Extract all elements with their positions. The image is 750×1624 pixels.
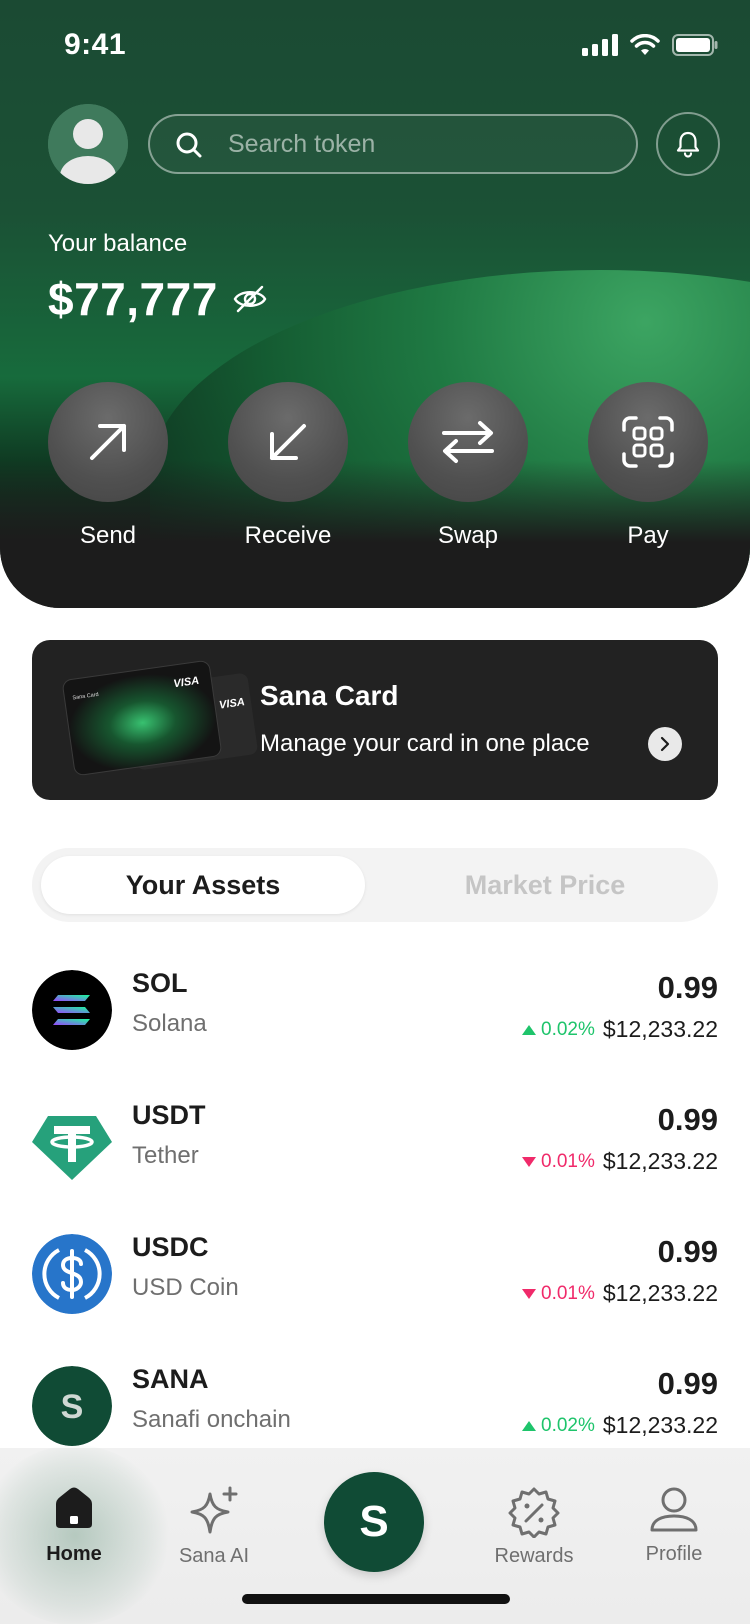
receive-action[interactable]: Receive	[228, 382, 348, 550]
card-subtitle: Manage your card in one place	[260, 730, 590, 757]
asset-row-sol[interactable]: SOL Solana 0.99 0.02% $12,233.22	[32, 960, 718, 1060]
nav-profile-label: Profile	[645, 1543, 703, 1565]
nav-rewards-label: Rewards	[494, 1545, 574, 1567]
asset-amount: 0.99	[657, 970, 718, 1005]
tether-icon	[32, 1102, 112, 1182]
notifications-button[interactable]	[656, 112, 720, 176]
search-icon	[176, 132, 202, 158]
arrow-up-right-icon	[90, 424, 126, 460]
asset-name: Sanafi onchain	[132, 1406, 291, 1433]
receive-label: Receive	[244, 522, 332, 549]
chevron-right-icon	[660, 736, 670, 752]
tab-market-price[interactable]: Market Price	[382, 856, 708, 914]
price-change: 0.01%	[522, 1283, 595, 1305]
asset-amount: 0.99	[657, 1234, 718, 1269]
pay-label: Pay	[627, 522, 669, 549]
send-label: Send	[79, 522, 137, 549]
nav-home[interactable]: Home	[14, 1486, 134, 1566]
avatar[interactable]	[48, 104, 128, 184]
swap-label: Swap	[437, 522, 499, 549]
battery-icon	[672, 34, 718, 56]
asset-amount: 0.99	[657, 1366, 718, 1401]
sparkle-icon	[190, 1486, 238, 1534]
visa-card-image: VISA VISA Sana Card	[62, 660, 258, 776]
search-input[interactable]	[228, 124, 618, 164]
send-action[interactable]: Send	[48, 382, 168, 550]
asset-usd-value: $12,233.22	[602, 1412, 718, 1438]
bell-icon	[676, 131, 700, 158]
asset-row-usdt[interactable]: USDT Tether 0.99 0.01% $12,233.22	[32, 1092, 718, 1192]
eye-off-icon[interactable]	[232, 284, 268, 314]
asset-name: Tether	[132, 1142, 199, 1169]
solana-icon	[32, 970, 112, 1050]
home-indicator	[242, 1594, 510, 1604]
tab-your-assets[interactable]: Your Assets	[41, 856, 365, 914]
card-title: Sana Card	[260, 680, 399, 711]
user-avatar-icon	[48, 104, 128, 184]
arrow-down-left-icon	[270, 424, 306, 460]
nav-profile[interactable]: Profile	[614, 1486, 734, 1566]
nav-home-label: Home	[46, 1543, 102, 1565]
svg-text:S: S	[61, 1388, 84, 1426]
asset-usd-value: $12,233.22	[602, 1016, 718, 1042]
price-change: 0.02%	[522, 1019, 595, 1041]
nav-rewards[interactable]: Rewards	[474, 1486, 594, 1568]
profile-icon	[650, 1487, 698, 1532]
price-change: 0.02%	[522, 1415, 595, 1437]
triangle-down-icon	[522, 1288, 536, 1299]
status-time: 9:41	[64, 28, 127, 61]
signal-icon	[582, 34, 618, 56]
asset-symbol: SANA	[132, 1364, 209, 1394]
wifi-icon	[630, 34, 660, 55]
home-icon	[56, 1487, 92, 1528]
nav-sana-ai[interactable]: Sana AI	[154, 1486, 274, 1568]
search-bar[interactable]	[148, 114, 638, 174]
asset-row-usdc[interactable]: USDC USD Coin 0.99 0.01% $12,233.22	[32, 1224, 718, 1324]
status-bar: 9:41	[0, 0, 750, 90]
nav-sana-ai-label: Sana AI	[178, 1545, 250, 1567]
asset-usd-value: $12,233.22	[602, 1280, 718, 1306]
asset-symbol: USDC	[132, 1232, 209, 1262]
pay-action[interactable]: Pay	[588, 382, 708, 550]
price-change: 0.01%	[522, 1151, 595, 1173]
sana-card-banner[interactable]: VISA VISA Sana Card Sana Card Manage you…	[32, 640, 718, 800]
asset-name: USD Coin	[132, 1274, 239, 1301]
asset-name: Solana	[132, 1010, 207, 1037]
sana-center-button[interactable]: S	[324, 1472, 424, 1572]
balance-label: Your balance	[48, 230, 188, 257]
card-open-button[interactable]	[648, 727, 682, 761]
discount-badge-icon	[508, 1487, 560, 1539]
balance-value: $77,777	[48, 273, 218, 325]
asset-tabs: Your Assets Market Price	[32, 848, 718, 922]
triangle-down-icon	[522, 1156, 536, 1167]
triangle-up-icon	[522, 1420, 536, 1431]
usdc-icon	[32, 1234, 112, 1314]
asset-row-sana[interactable]: S SANA Sanafi onchain 0.99 0.02% $12,233…	[32, 1356, 718, 1456]
asset-symbol: USDT	[132, 1100, 206, 1130]
asset-usd-value: $12,233.22	[602, 1148, 718, 1174]
asset-amount: 0.99	[657, 1102, 718, 1137]
swap-arrows-icon	[442, 421, 494, 463]
sana-icon: S	[32, 1366, 112, 1446]
asset-symbol: SOL	[132, 968, 188, 998]
scan-icon	[622, 416, 674, 468]
triangle-up-icon	[522, 1024, 536, 1035]
swap-action[interactable]: Swap	[408, 382, 528, 550]
